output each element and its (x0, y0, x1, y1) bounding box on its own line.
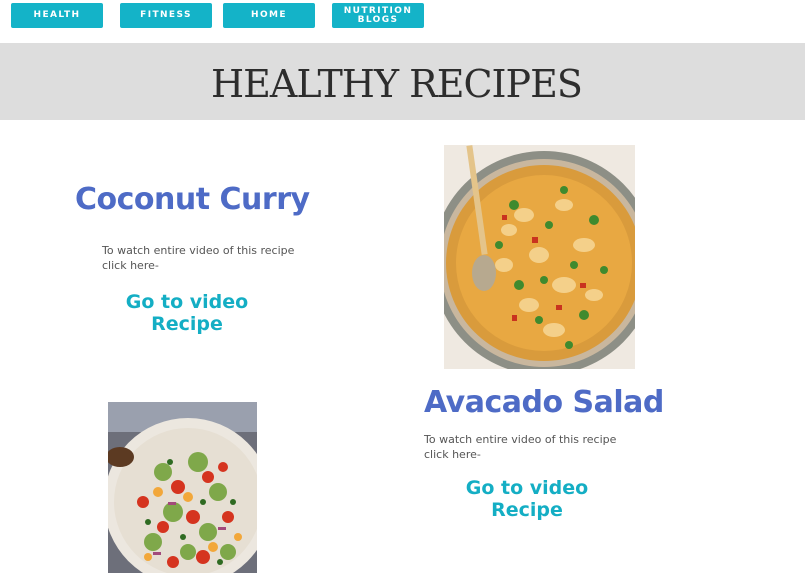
avocado-salad-video-link[interactable]: Go to video Recipe (460, 477, 594, 521)
nav-home-label: HOME (251, 10, 287, 20)
nav-nutrition-blogs-button[interactable]: NUTRITION BLOGS (332, 3, 424, 28)
video-link-line2: Recipe (151, 313, 223, 335)
recipe-title-coconut-curry: Coconut Curry (75, 182, 310, 217)
recipe-description: To watch entire video of this recipe cli… (424, 433, 617, 461)
avocado-salad-photo (108, 402, 257, 573)
nav-blogs-label: BLOGS (357, 14, 399, 25)
video-link-line1: Go to video (125, 291, 249, 313)
coconut-curry-photo (444, 145, 635, 369)
nav-fitness-label: FITNESS (140, 10, 192, 20)
coconut-curry-illustration (444, 145, 635, 369)
page: HEALTH FITNESS HOME NUTRITION BLOGS HEAL… (0, 0, 805, 573)
nav-health-label: HEALTH (33, 10, 81, 20)
page-title: HEALTHY RECIPES (211, 62, 583, 106)
nav-home-button[interactable]: HOME (223, 3, 315, 28)
video-link-line2: Recipe (491, 499, 563, 521)
coconut-curry-video-link[interactable]: Go to video Recipe (120, 291, 254, 335)
recipe-title-avocado-salad: Avacado Salad (424, 385, 664, 420)
nav-health-button[interactable]: HEALTH (11, 3, 103, 28)
recipe-description: To watch entire video of this recipe cli… (102, 244, 295, 272)
video-link-line1: Go to video (465, 477, 589, 499)
avocado-salad-illustration (108, 402, 257, 573)
nav-fitness-button[interactable]: FITNESS (120, 3, 212, 28)
